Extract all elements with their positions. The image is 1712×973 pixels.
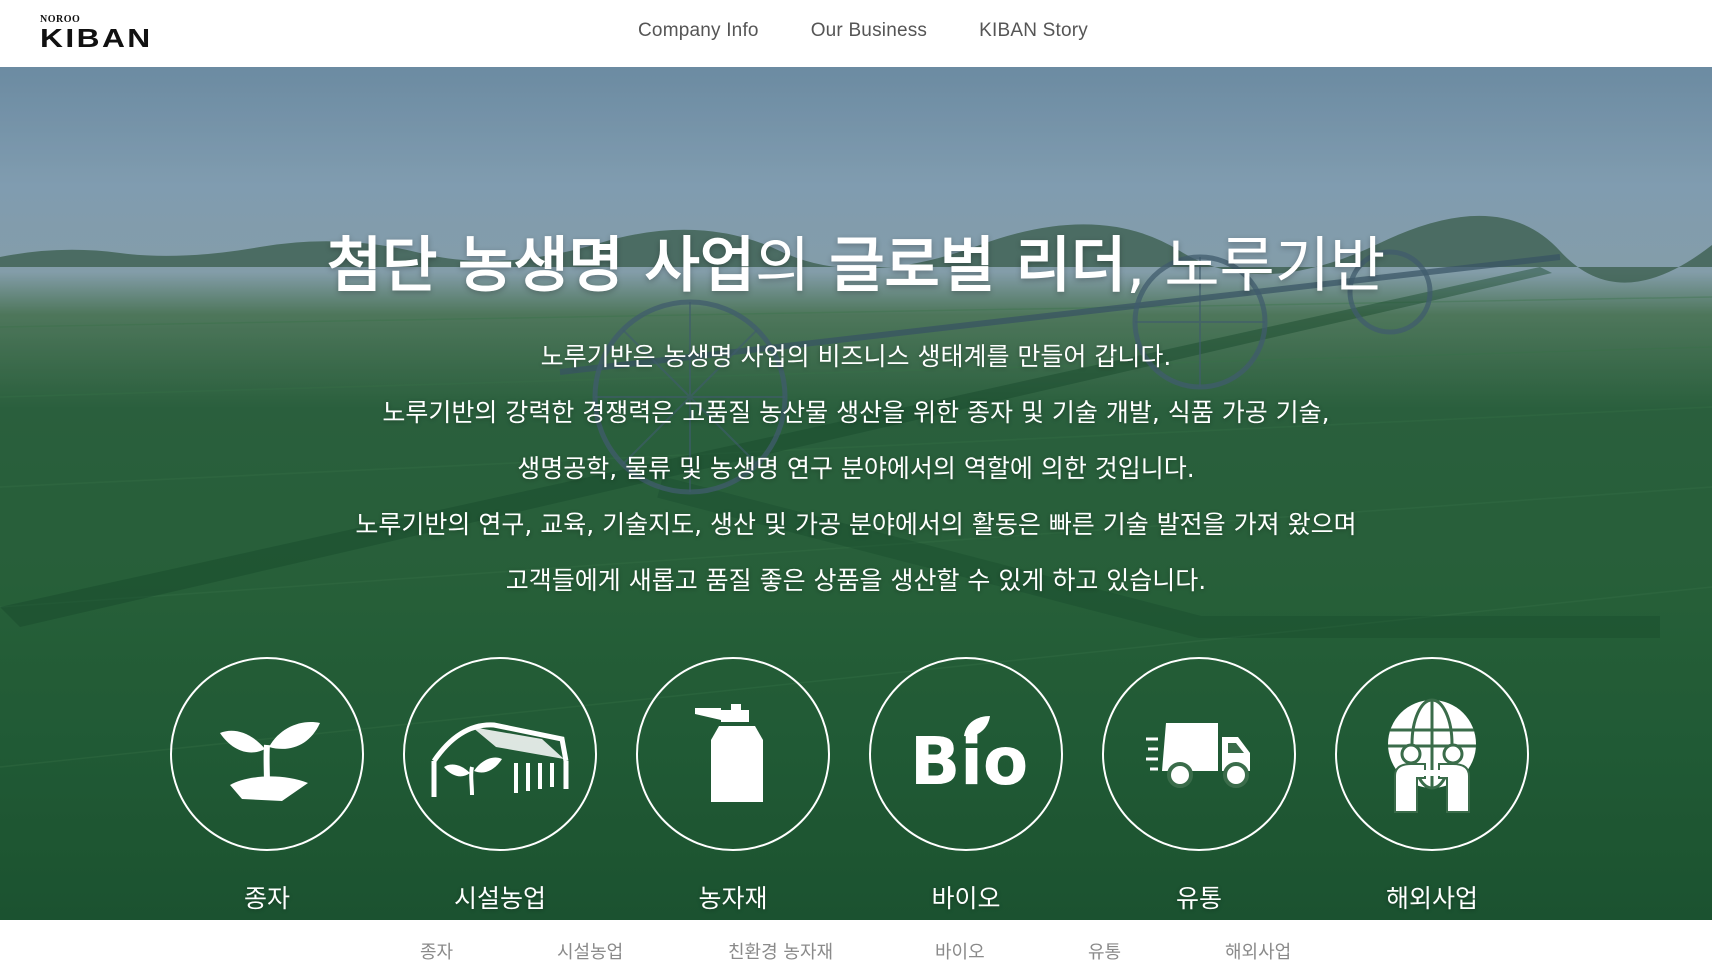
nav-our-business[interactable]: Our Business <box>811 20 927 42</box>
subnav-seed[interactable]: 종자 <box>420 938 453 964</box>
business-overseas-link[interactable]: 해외사업 <box>1335 657 1529 915</box>
hero-title-light-2: , 노루기반 <box>1126 231 1386 301</box>
business-label: 해외사업 <box>1385 884 1478 913</box>
business-label: 유통 <box>1175 884 1222 913</box>
business-icon-circle <box>1102 657 1296 851</box>
subnav-distribution[interactable]: 유통 <box>1088 938 1121 964</box>
greenhouse-icon <box>431 722 569 797</box>
business-icon-circle <box>1335 657 1529 851</box>
subnav-eco-agri-materials[interactable]: 친환경 농자재 <box>728 938 833 964</box>
truck-icon <box>1146 723 1250 788</box>
hero-title-strong-2: 글로벌 리더 <box>829 231 1127 301</box>
business-label: 종자 <box>243 884 290 913</box>
nav-company-info[interactable]: Company Info <box>638 20 759 42</box>
business-bio-link[interactable]: Bio 바이오 <box>869 657 1063 915</box>
hero-title-light-1: 의 <box>755 231 830 301</box>
hero-title: 첨단 농생명 사업의 글로벌 리더, 노루기반 <box>0 227 1712 305</box>
business-distribution-link[interactable]: 유통 <box>1102 657 1296 915</box>
business-icon-circle <box>170 657 364 851</box>
business-icon-circle: Bio <box>869 657 1063 851</box>
hero-paragraph: 노루기반의 연구, 교육, 기술지도, 생산 및 가공 분야에서의 활동은 빠른… <box>355 510 1357 539</box>
sprout-icon <box>220 722 320 801</box>
business-area-links: 종자 시설농업 농자재 Bio 바이오 유통 해외사업 <box>170 657 1560 913</box>
business-subnav: 종자 시설농업 친환경 농자재 바이오 유통 해외사업 <box>0 920 1712 973</box>
hero-description: 노루기반은 농생명 사업의 비즈니스 생태계를 만들어 갑니다. 노루기반의 강… <box>0 329 1712 609</box>
nav-kiban-story[interactable]: KIBAN Story <box>979 20 1088 42</box>
subnav-overseas[interactable]: 해외사업 <box>1225 938 1291 964</box>
business-seed-link[interactable]: 종자 <box>170 657 364 915</box>
business-label: 농자재 <box>698 884 768 913</box>
business-facility-farming-link[interactable]: 시설농업 <box>403 657 597 915</box>
hero-section: 첨단 농생명 사업의 글로벌 리더, 노루기반 노루기반은 농생명 사업의 비즈… <box>0 67 1712 920</box>
hero-paragraph: 노루기반은 농생명 사업의 비즈니스 생태계를 만들어 갑니다. <box>540 342 1172 371</box>
subnav-facility-farming[interactable]: 시설농업 <box>557 938 623 964</box>
noroo-kiban-logo[interactable]: NOROO KIBAN <box>40 15 150 52</box>
hero-title-strong-1: 첨단 농생명 사업 <box>326 231 756 301</box>
site-header: NOROO KIBAN Company Info Our Business KI… <box>0 0 1712 67</box>
business-label: 시설농업 <box>453 884 546 913</box>
globe-people-icon <box>1388 698 1476 813</box>
business-agri-materials-link[interactable]: 농자재 <box>636 657 830 915</box>
hero-paragraph: 고객들에게 새롭고 품질 좋은 상품을 생산할 수 있게 하고 있습니다. <box>505 566 1207 595</box>
bio-icon: Bio <box>910 716 1026 794</box>
logo-kiban-text: KIBAN <box>40 23 153 53</box>
sprayer-icon <box>695 704 763 802</box>
business-label: 바이오 <box>931 884 1001 913</box>
business-icon-circle <box>403 657 597 851</box>
subnav-bio[interactable]: 바이오 <box>935 938 985 964</box>
business-icon-circle <box>636 657 830 851</box>
hero-paragraph: 노루기반의 강력한 경쟁력은 고품질 농산물 생산을 위한 종자 및 기술 개발… <box>382 398 1330 427</box>
hero-paragraph: 생명공학, 물류 및 농생명 연구 분야에서의 역할에 의한 것입니다. <box>517 454 1195 483</box>
main-nav: Company Info Our Business KIBAN Story <box>638 20 1140 42</box>
